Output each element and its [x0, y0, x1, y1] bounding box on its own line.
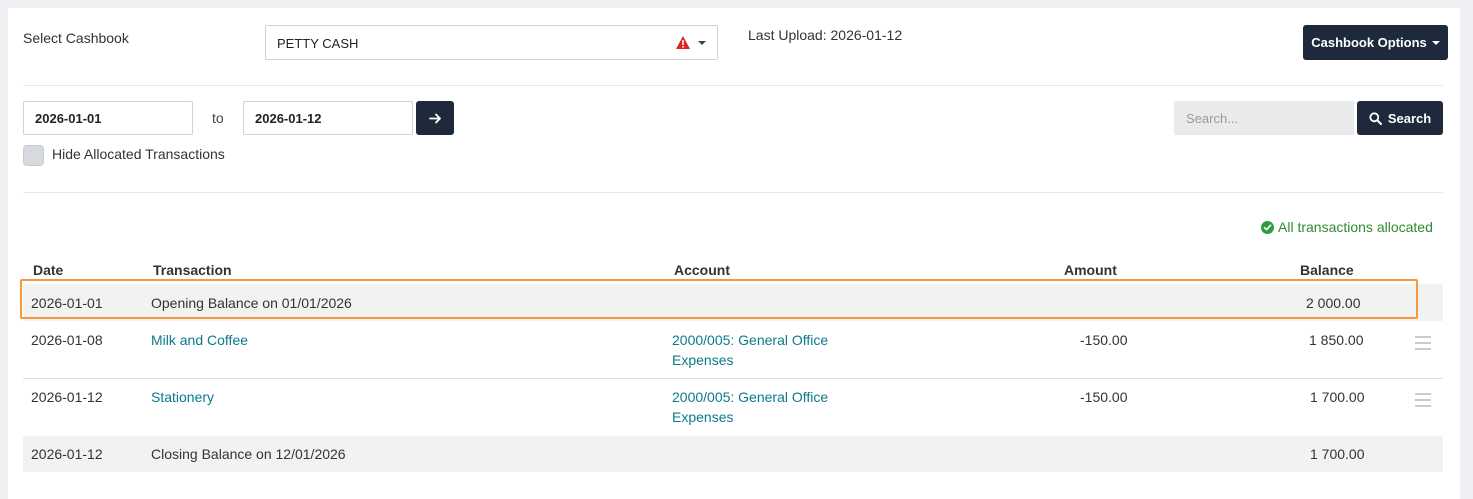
search-input[interactable]: Search... [1174, 101, 1354, 135]
hide-allocated-label: Hide Allocated Transactions [52, 146, 225, 162]
warning-icon [676, 36, 690, 49]
closing-balance: 1 700.00 [1310, 446, 1365, 462]
account-link[interactable]: 2000/005: General Office [672, 332, 828, 348]
search-icon [1369, 111, 1382, 125]
row-divider [23, 378, 1443, 379]
to-label: to [212, 110, 224, 126]
hamburger-menu-icon[interactable] [1415, 336, 1431, 350]
select-cashbook-label: Select Cashbook [23, 30, 129, 46]
to-date-input[interactable]: 2026-01-12 [243, 101, 413, 135]
row-balance: 1 850.00 [1309, 332, 1364, 348]
caret-down-icon [1431, 40, 1440, 45]
apply-date-range-button[interactable] [416, 101, 454, 135]
col-header-amount: Amount [1064, 262, 1117, 278]
col-header-balance: Balance [1300, 262, 1354, 278]
allocation-status: All transactions allocated [1261, 219, 1433, 235]
col-header-transaction: Transaction [153, 262, 232, 278]
cashbook-select[interactable]: PETTY CASH [265, 25, 718, 60]
account-link-line2[interactable]: Expenses [672, 409, 733, 425]
transaction-link[interactable]: Milk and Coffee [151, 332, 248, 348]
search-button[interactable]: Search [1357, 101, 1443, 135]
row-date: 2026-01-08 [31, 332, 103, 348]
chevron-down-icon [698, 41, 706, 45]
cashbook-options-button[interactable]: Cashbook Options [1303, 25, 1448, 60]
search-button-label: Search [1387, 110, 1432, 126]
hamburger-menu-icon[interactable] [1415, 393, 1431, 407]
check-circle-icon [1261, 220, 1274, 234]
col-header-date: Date [33, 262, 64, 278]
transaction-link[interactable]: Stationery [151, 389, 214, 405]
closing-transaction: Closing Balance on 12/01/2026 [151, 446, 346, 462]
row-balance: 1 700.00 [1310, 389, 1365, 405]
arrow-right-icon [428, 113, 441, 123]
row-date: 2026-01-12 [31, 389, 103, 405]
cashbook-options-label: Cashbook Options [1311, 35, 1427, 50]
last-upload-text: Last Upload: 2026-01-12 [748, 27, 903, 43]
divider [23, 192, 1443, 193]
row-amount: -150.00 [1080, 332, 1128, 348]
allocation-status-text: All transactions allocated [1278, 219, 1433, 235]
table-row [23, 321, 1443, 378]
account-link[interactable]: 2000/005: General Office [672, 389, 828, 405]
divider [23, 85, 1443, 86]
cashbook-panel: Select Cashbook PETTY CASH Last Upload: … [8, 8, 1460, 499]
row-amount: -150.00 [1080, 389, 1128, 405]
col-header-account: Account [674, 262, 730, 278]
cashbook-select-value: PETTY CASH [277, 36, 359, 51]
highlight-box [20, 279, 1418, 319]
from-date-input[interactable]: 2026-01-01 [23, 101, 193, 135]
hide-allocated-checkbox[interactable] [23, 145, 44, 166]
account-link-line2[interactable]: Expenses [672, 352, 733, 368]
closing-date: 2026-01-12 [31, 446, 103, 462]
